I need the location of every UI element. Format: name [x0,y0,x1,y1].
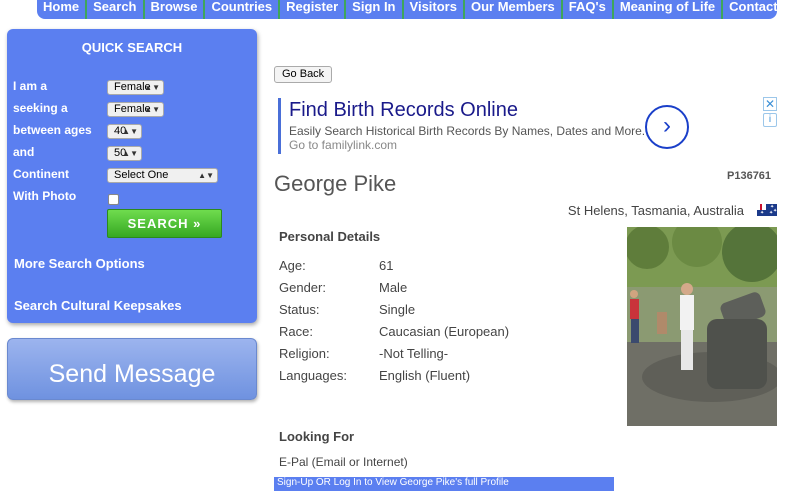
looking-for-value: E-Pal (Email or Internet) [279,455,408,469]
nav-register[interactable]: Register [280,0,347,19]
select-arrows-icon: ▲▼ [122,149,138,158]
profile-location: St Helens, Tasmania, Australia [567,203,744,218]
profile-id: P136761 [727,170,772,182]
religion-value: -Not Telling- [379,346,449,361]
with-photo-checkbox[interactable] [108,194,119,205]
info-icon[interactable]: i [763,113,777,127]
continent-label: Continent [13,167,69,181]
select-arrows-icon: ▲▼ [144,83,160,92]
top-navigation: Home Search Browse Countries Register Si… [37,0,791,19]
age-value: 61 [379,258,394,273]
nav-home[interactable]: Home [37,0,88,19]
close-icon[interactable]: ✕ [763,97,777,111]
double-chevron-right-icon: » [193,216,202,231]
with-photo-label: With Photo [13,189,77,203]
continent-value: Select One [114,169,169,181]
star-icon: ✦ [773,208,778,214]
star-icon: ✦ [760,210,765,216]
signup-banner[interactable]: Sign-Up OR Log In to View George Pike's … [274,477,614,491]
i-am-select[interactable]: Female ▲▼ [107,80,164,95]
profile-photo[interactable] [627,227,777,426]
languages-value: English (Fluent) [379,368,471,383]
ad-title[interactable]: Find Birth Records Online [289,99,518,122]
quick-search-panel: QUICK SEARCH I am a Female ▲▼ seeking a F… [7,29,257,323]
and-label: and [13,145,35,159]
age-to-select[interactable]: 50 ▲▼ [107,146,142,161]
nav-contact-us[interactable]: Contact us [723,0,791,19]
more-search-options-link[interactable]: More Search Options [14,256,145,271]
personal-details-heading: Personal Details [279,229,381,244]
race-label: Race: [279,324,313,339]
chevron-right-icon[interactable]: › [645,105,689,149]
go-back-button[interactable]: Go Back [274,66,333,83]
search-cultural-keepsakes-link[interactable]: Search Cultural Keepsakes [14,298,182,313]
age-from-select[interactable]: 40 ▲▼ [107,124,142,139]
i-am-label: I am a [13,79,48,93]
nav-browse[interactable]: Browse [145,0,206,19]
nav-sign-in[interactable]: Sign In [346,0,404,19]
ad-description: Easily Search Historical Birth Records B… [289,124,646,138]
star-icon: ✦ [769,210,774,216]
nav-visitors[interactable]: Visitors [404,0,465,19]
nav-countries[interactable]: Countries [205,0,281,19]
nav-our-members[interactable]: Our Members [465,0,563,19]
select-arrows-icon: ▲▼ [144,105,160,114]
continent-select[interactable]: Select One ▲▼ [107,168,218,183]
status-value: Single [379,302,416,317]
seeking-select[interactable]: Female ▲▼ [107,102,164,117]
status-label: Status: [279,302,320,317]
gender-value: Male [379,280,408,295]
gender-label: Gender: [279,280,326,295]
profile-name: George Pike [274,171,397,196]
send-message-button[interactable]: Send Message [7,338,257,400]
nav-meaning-of-life[interactable]: Meaning of Life [614,0,724,19]
profile-photo-image [627,227,777,426]
age-label: Age: [279,258,306,273]
looking-for-heading: Looking For [279,429,355,444]
search-button-label: SEARCH [127,216,189,231]
australia-flag-icon: ✦ ✦ ✦ ✦ [757,204,777,216]
select-arrows-icon: ▲▼ [198,171,214,180]
nav-faqs[interactable]: FAQ's [563,0,614,19]
ad-banner[interactable]: Find Birth Records Online Easily Search … [278,98,689,154]
languages-label: Languages: [279,368,347,383]
between-ages-label: between ages [13,123,92,137]
nav-search[interactable]: Search [87,0,145,19]
religion-label: Religion: [279,346,330,361]
quick-search-title: QUICK SEARCH [81,40,183,55]
select-arrows-icon: ▲▼ [122,127,138,136]
search-button[interactable]: SEARCH » [107,209,222,238]
seeking-label: seeking a [13,101,68,115]
ad-url[interactable]: Go to familylink.com [289,138,397,152]
race-value: Caucasian (European) [379,324,510,339]
